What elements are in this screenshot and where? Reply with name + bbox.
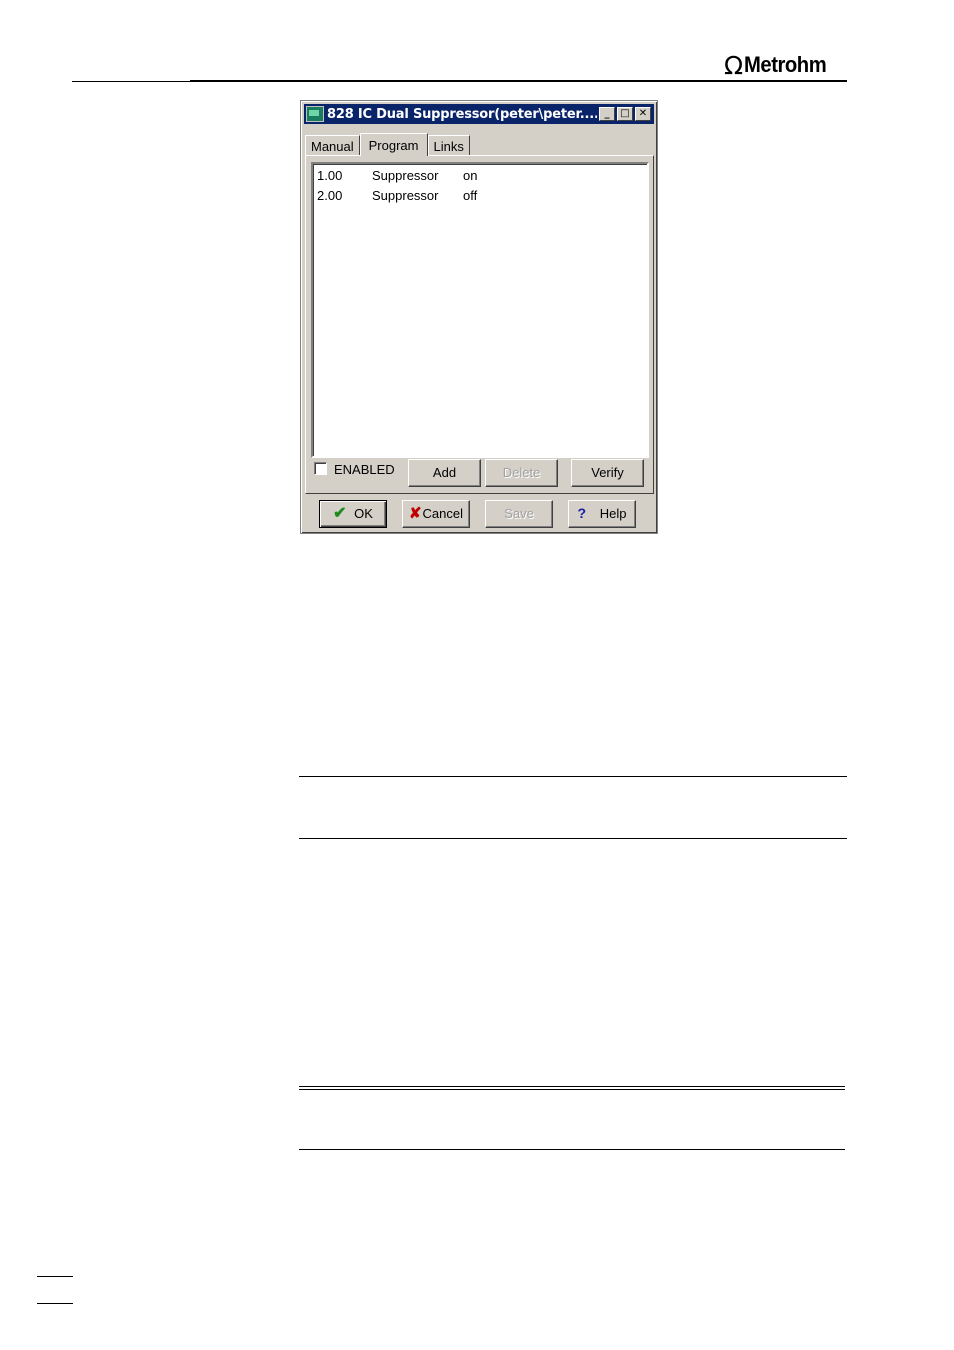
section-rule: [299, 1149, 845, 1150]
help-label: Help: [599, 506, 627, 521]
save-button[interactable]: Save: [485, 500, 553, 528]
title-bar[interactable]: 828 IC Dual Suppressor(peter\peter.... _…: [304, 104, 654, 124]
minimize-button[interactable]: _: [599, 107, 615, 121]
footer-rule: [37, 1303, 73, 1304]
verify-button[interactable]: Verify: [571, 459, 644, 487]
section-rule: [299, 776, 847, 777]
row-time: 1.00: [317, 168, 343, 183]
row-state: off: [463, 188, 478, 203]
footer-rule: [37, 1276, 73, 1277]
x-icon: ✘: [408, 505, 422, 522]
help-button[interactable]: ? Help: [568, 500, 636, 528]
program-list[interactable]: 1.00 Suppressor on 2.00 Suppressor off: [311, 162, 649, 458]
row-state: on: [463, 168, 478, 183]
header-rule-accent: [190, 80, 847, 82]
check-icon: ✔: [333, 505, 347, 522]
section-rule-double-bottom: [299, 1089, 845, 1090]
section-rule: [299, 838, 847, 839]
tab-links[interactable]: Links: [427, 135, 470, 155]
row-time: 2.00: [317, 188, 343, 203]
logo-text: Metrohm: [744, 52, 827, 77]
delete-button[interactable]: Delete: [485, 459, 558, 487]
suppressor-dialog: 828 IC Dual Suppressor(peter\peter.... _…: [300, 100, 658, 534]
ok-button[interactable]: ✔ OK: [319, 500, 387, 528]
window-title: 828 IC Dual Suppressor(peter\peter....: [327, 106, 597, 122]
enabled-checkbox[interactable]: [314, 462, 327, 475]
enabled-label: ENABLED: [334, 462, 395, 477]
tab-strip: Manual Program Links: [305, 133, 470, 156]
question-icon: ?: [577, 505, 587, 521]
tab-manual[interactable]: Manual: [305, 135, 360, 155]
row-device: Suppressor: [372, 168, 439, 183]
tab-program[interactable]: Program: [359, 133, 428, 156]
app-icon: [306, 106, 324, 122]
add-button[interactable]: Add: [408, 459, 481, 487]
cancel-label: Cancel: [422, 506, 464, 521]
maximize-button[interactable]: □: [617, 107, 633, 121]
omega-icon: Ω: [724, 50, 744, 80]
metrohm-logo: Ω Metrohm: [724, 50, 834, 80]
ok-label: OK: [354, 506, 373, 521]
row-device: Suppressor: [372, 188, 439, 203]
close-button[interactable]: ✕: [635, 107, 651, 121]
cancel-button[interactable]: ✘Cancel: [402, 500, 470, 528]
section-rule-double-top: [299, 1086, 845, 1087]
